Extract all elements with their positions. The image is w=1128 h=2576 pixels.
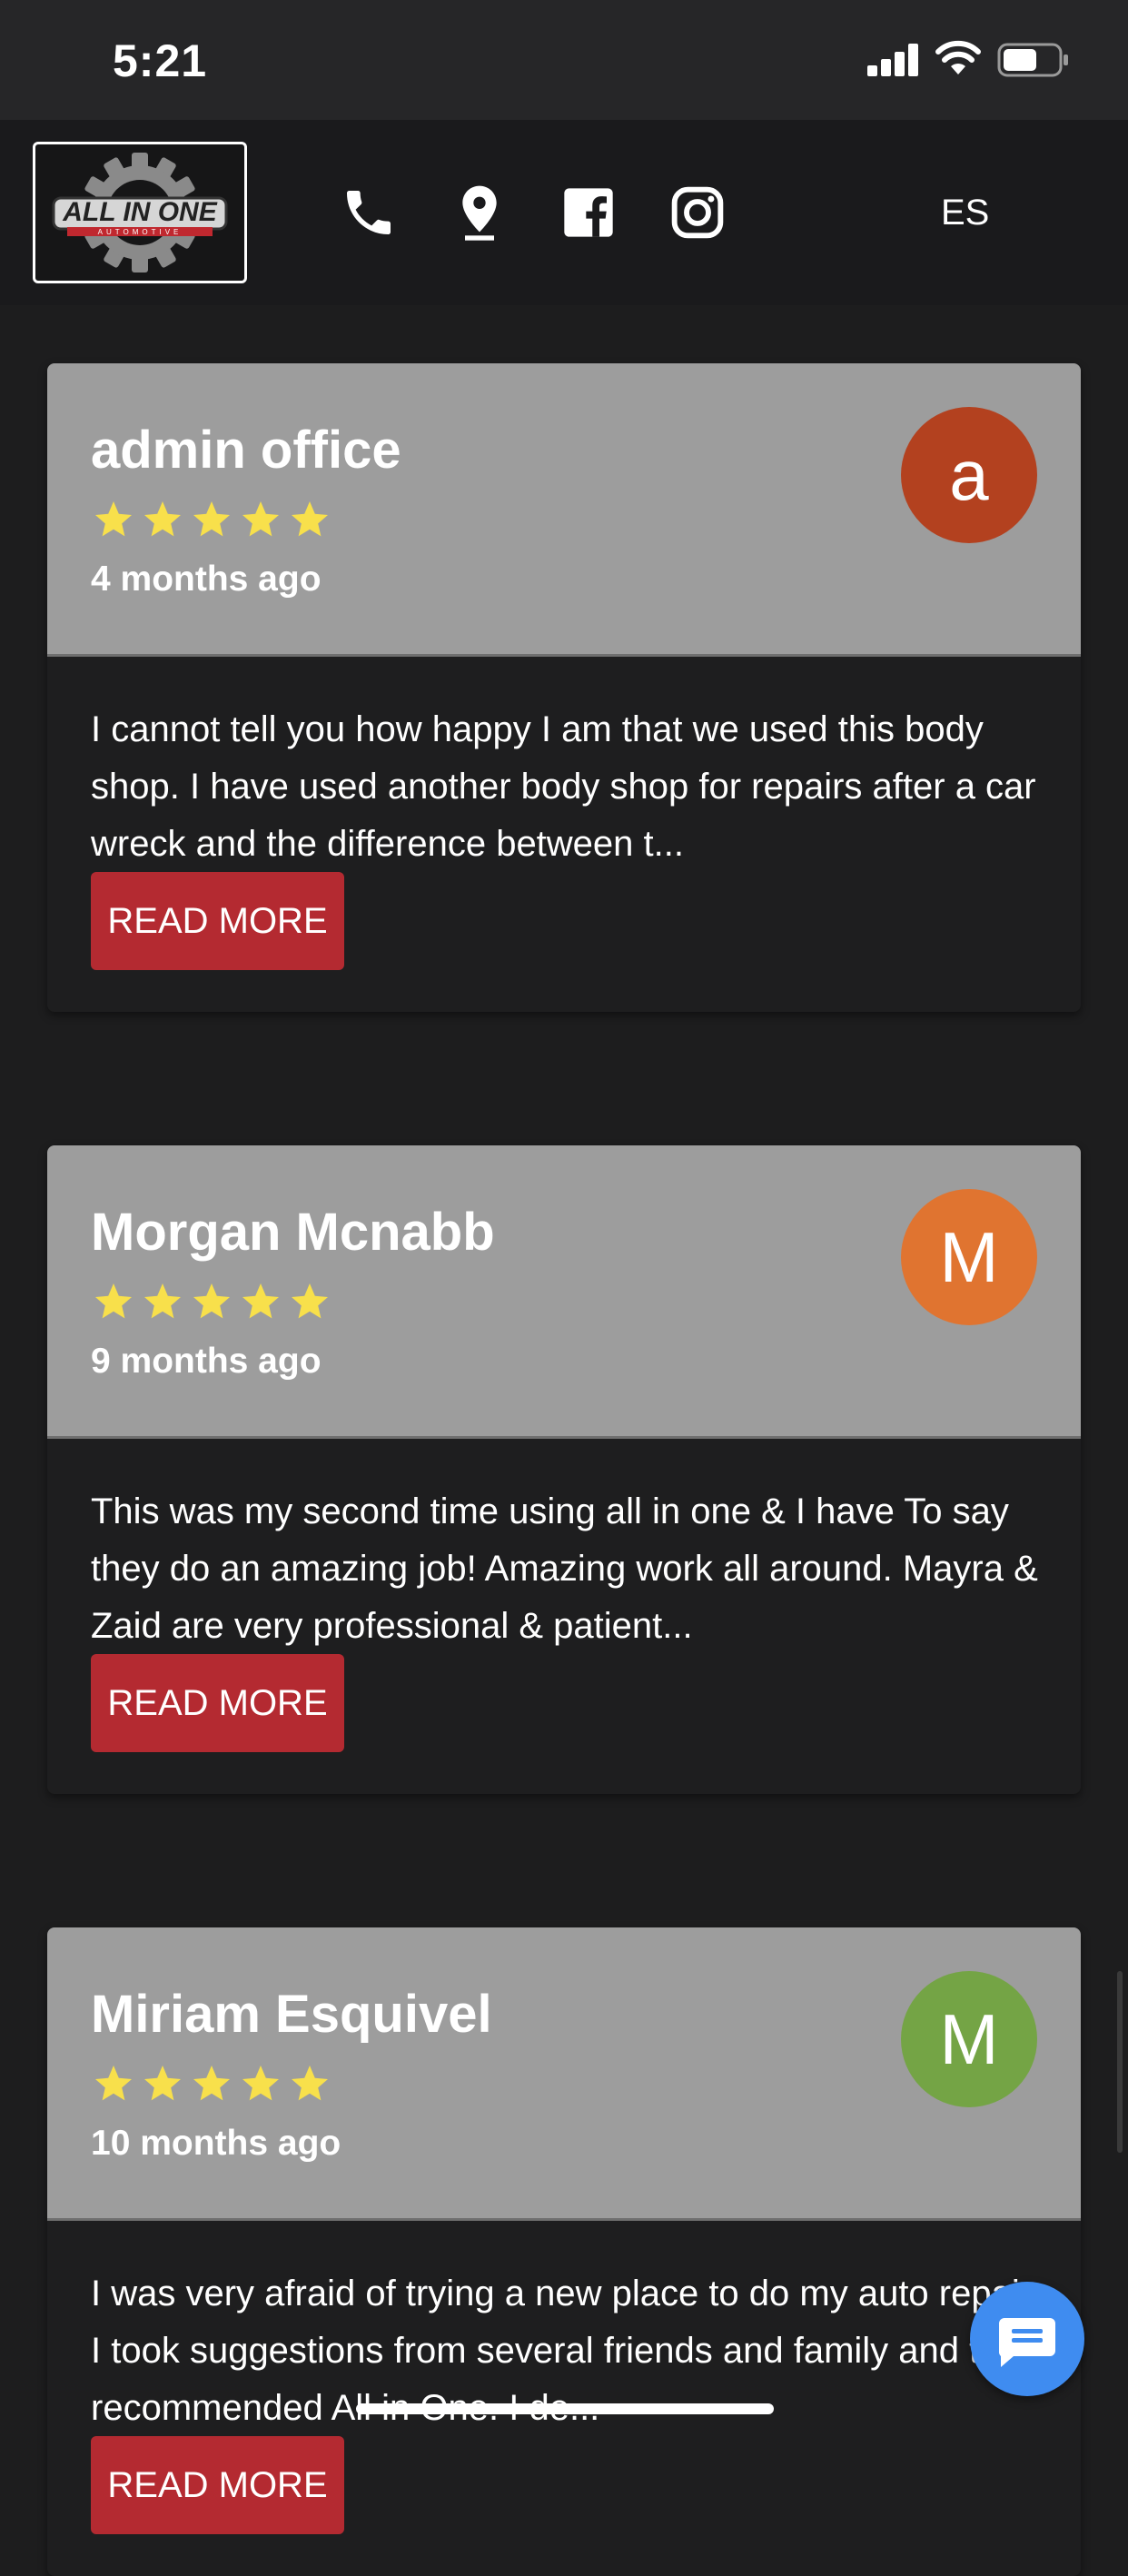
review-time-ago: 9 months ago	[91, 1342, 322, 1381]
reviewer-name: Miriam Esquivel	[91, 1985, 492, 2044]
battery-icon	[997, 43, 1068, 77]
star-icon	[292, 2066, 328, 2101]
chat-button[interactable]	[970, 2282, 1084, 2396]
reviewer-name: Morgan Mcnabb	[91, 1203, 495, 1262]
review-card-header: Morgan Mcnabb 9 months ago M	[47, 1145, 1081, 1439]
review-card: admin office 4 months ago a I cannot tel…	[47, 363, 1081, 1012]
star-rating	[91, 1280, 336, 1323]
language-toggle[interactable]: ES	[941, 193, 989, 233]
star-icon	[95, 501, 132, 537]
review-time-ago: 10 months ago	[91, 2124, 341, 2163]
star-rating	[91, 2062, 336, 2105]
facebook-icon[interactable]	[559, 183, 618, 242]
logo-gear-icon: ALL IN ONE AUTOMOTIVE	[52, 153, 228, 272]
review-card: Morgan Mcnabb 9 months ago M This was my…	[47, 1145, 1081, 1794]
home-indicator[interactable]	[356, 2403, 774, 2414]
star-icon	[292, 501, 328, 537]
review-text: I cannot tell you how happy I am that we…	[91, 709, 1036, 864]
star-icon	[144, 2066, 181, 2101]
read-more-button[interactable]: READ MORE	[91, 1654, 344, 1752]
review-card: Miriam Esquivel 10 months ago M I was ve…	[47, 1927, 1081, 2576]
reviewer-name: admin office	[91, 421, 401, 480]
review-text: This was my second time using all in one…	[91, 1491, 1038, 1646]
site-header: ALL IN ONE AUTOMOTIVE ES	[0, 120, 1128, 305]
chat-bubble-icon	[999, 2318, 1055, 2367]
phone-icon[interactable]	[340, 183, 398, 242]
cellular-signal-icon	[867, 44, 918, 76]
read-more-button[interactable]: READ MORE	[91, 872, 344, 970]
star-icon	[242, 501, 279, 537]
star-icon	[144, 501, 181, 537]
star-icon	[193, 2066, 230, 2101]
star-rating	[91, 498, 336, 541]
wifi-icon	[935, 40, 981, 74]
svg-text:ALL IN ONE: ALL IN ONE	[62, 197, 217, 227]
star-icon	[292, 1283, 328, 1319]
star-icon	[242, 2066, 279, 2101]
site-logo[interactable]: ALL IN ONE AUTOMOTIVE	[33, 142, 247, 283]
star-icon	[95, 2066, 132, 2101]
avatar: a	[901, 407, 1037, 543]
status-time: 5:21	[113, 35, 208, 86]
svg-text:AUTOMOTIVE: AUTOMOTIVE	[98, 228, 183, 236]
avatar: M	[901, 1971, 1037, 2107]
star-icon	[95, 1283, 132, 1319]
star-icon	[193, 501, 230, 537]
star-icon	[193, 1283, 230, 1319]
star-icon	[242, 1283, 279, 1319]
scrollbar[interactable]	[1117, 1971, 1123, 2153]
star-icon	[144, 1283, 181, 1319]
review-time-ago: 4 months ago	[91, 560, 322, 599]
review-card-header: Miriam Esquivel 10 months ago M	[47, 1927, 1081, 2221]
instagram-icon[interactable]	[668, 183, 727, 242]
read-more-button[interactable]: READ MORE	[91, 2436, 344, 2534]
review-card-header: admin office 4 months ago a	[47, 363, 1081, 657]
status-bar: 5:21	[0, 0, 1128, 120]
avatar: M	[901, 1189, 1037, 1325]
location-pin-icon[interactable]	[450, 183, 509, 242]
